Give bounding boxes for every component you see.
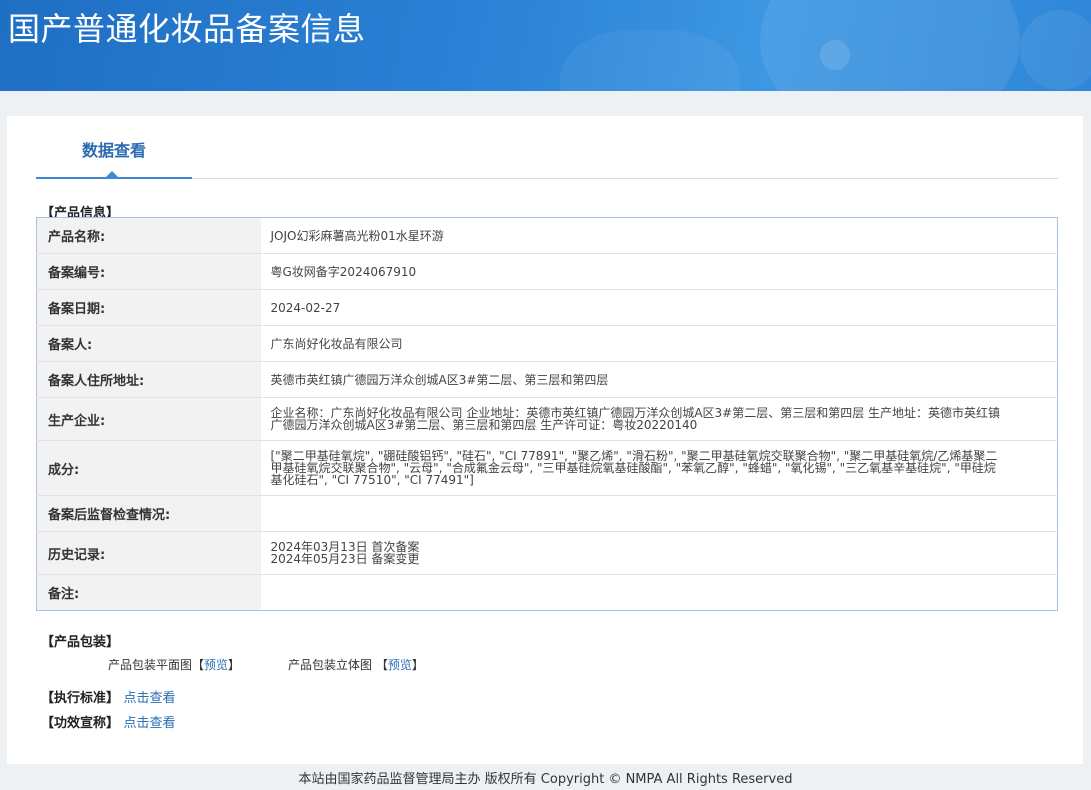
row-value-filer-address: 英德市英红镇广德园万洋众创城A区3#第二层、第三层和第四层 xyxy=(260,361,1058,398)
row-value-filer: 广东尚好化妆品有限公司 xyxy=(260,325,1058,362)
table-row: 备注: xyxy=(36,574,1058,611)
row-value-history: 2024年03月13日 首次备案 2024年05月23日 备案变更 xyxy=(260,531,1058,575)
row-value-product-name: JOJO幻彩麻薯高光粉01水星环游 xyxy=(260,217,1058,254)
package-flat-label: 产品包装平面图 xyxy=(108,658,193,672)
table-row: 备案后监督检查情况: xyxy=(36,495,1058,532)
tab-active-caret-icon xyxy=(106,171,118,177)
row-value-ingredients: ["聚二甲基硅氧烷", "硼硅酸铝钙", "硅石", "CI 77891", "… xyxy=(260,440,1058,496)
tab-bar: 数据查看 xyxy=(36,128,1058,179)
page-header: 国产普通化妆品备案信息 xyxy=(0,0,1091,91)
bracket: 【 xyxy=(192,658,205,672)
history-entry: 2024年05月23日 备案变更 xyxy=(270,552,420,566)
table-row: 成分: ["聚二甲基硅氧烷", "硼硅酸铝钙", "硅石", "CI 77891… xyxy=(36,440,1058,496)
site-title: 国产普通化妆品备案信息 xyxy=(8,10,366,48)
package-stereo-label: 产品包装立体图 xyxy=(288,658,373,672)
content-panel: 数据查看 【产品信息】 产品名称: JOJO幻彩麻薯高光粉01水星环游 备案编号… xyxy=(7,116,1083,764)
footer-copyright: 本站由国家药品监督管理局主办 版权所有 Copyright © NMPA All… xyxy=(298,772,793,787)
row-label-ingredients: 成分: xyxy=(36,440,261,496)
preview-stereo-link[interactable]: 预览 xyxy=(388,658,412,672)
efficacy-section-title: 【功效宣称】 xyxy=(41,716,120,731)
row-value-manufacturer: 企业名称：广东尚好化妆品有限公司 企业地址：英德市英红镇广德园万洋众创城A区3#… xyxy=(260,397,1058,441)
standard-section-title: 【执行标准】 xyxy=(41,691,120,706)
package-flat-view: 产品包装平面图【预览】 xyxy=(108,656,240,673)
packaging-section-title: 【产品包装】 xyxy=(41,635,120,650)
row-value-remarks xyxy=(261,575,1058,611)
table-row: 备案编号: 粤G妆网备字2024067910 xyxy=(36,253,1058,290)
table-row: 历史记录: 2024年03月13日 首次备案 2024年05月23日 备案变更 xyxy=(36,531,1058,575)
efficacy-section: 【功效宣称】 点击查看 xyxy=(41,712,176,731)
product-info-table: 产品名称: JOJO幻彩麻薯高光粉01水星环游 备案编号: 粤G妆网备字2024… xyxy=(36,217,1058,611)
efficacy-view-link[interactable]: 点击查看 xyxy=(124,716,176,731)
table-row: 备案人: 广东尚好化妆品有限公司 xyxy=(36,325,1058,362)
row-value-post-filing-inspection xyxy=(260,495,1058,532)
standard-view-link[interactable]: 点击查看 xyxy=(124,691,176,706)
row-label-filing-date: 备案日期: xyxy=(36,289,261,326)
row-label-filing-number: 备案编号: xyxy=(36,253,261,290)
header-decoration xyxy=(560,30,740,91)
header-decoration xyxy=(820,40,850,70)
row-value-filing-number: 粤G妆网备字2024067910 xyxy=(260,253,1058,290)
table-row: 备案日期: 2024-02-27 xyxy=(36,289,1058,326)
bracket: 】 xyxy=(228,658,241,672)
table-row: 产品名称: JOJO幻彩麻薯高光粉01水星环游 xyxy=(36,217,1058,254)
row-label-filer-address: 备案人住所地址: xyxy=(36,361,261,398)
header-decoration xyxy=(1020,10,1091,90)
row-label-history: 历史记录: xyxy=(36,531,261,575)
bracket: 】 xyxy=(411,658,424,672)
standard-section: 【执行标准】 点击查看 xyxy=(41,687,176,706)
row-value-filing-date: 2024-02-27 xyxy=(260,289,1058,326)
preview-flat-link[interactable]: 预览 xyxy=(204,658,228,672)
row-label-manufacturer: 生产企业: xyxy=(36,397,261,441)
row-label-remarks: 备注: xyxy=(36,574,261,611)
row-label-filer: 备案人: xyxy=(36,325,261,362)
row-label-product-name: 产品名称: xyxy=(36,217,261,254)
row-label-post-filing-inspection: 备案后监督检查情况: xyxy=(36,495,261,532)
header-decoration xyxy=(760,0,1020,91)
table-row: 生产企业: 企业名称：广东尚好化妆品有限公司 企业地址：英德市英红镇广德园万洋众… xyxy=(36,397,1058,441)
table-row: 备案人住所地址: 英德市英红镇广德园万洋众创城A区3#第二层、第三层和第四层 xyxy=(36,361,1058,398)
bracket: 【 xyxy=(375,658,388,672)
package-stereo-view: 产品包装立体图 【预览】 xyxy=(288,656,424,673)
